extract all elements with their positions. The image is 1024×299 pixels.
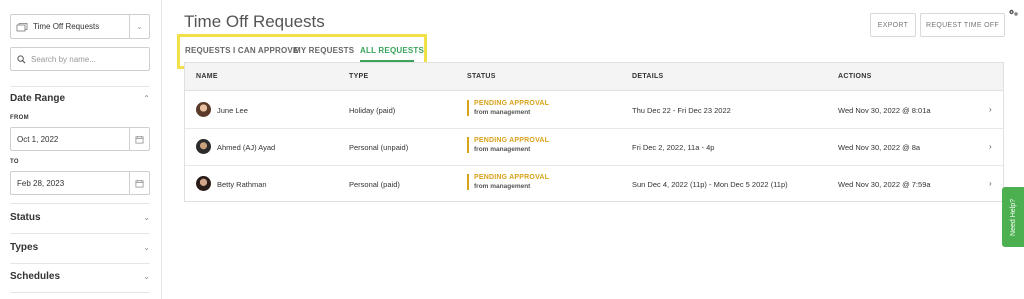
- avatar: [196, 102, 211, 117]
- filter-schedules-label: Schedules: [10, 271, 61, 282]
- row-actions: Wed Nov 30, 2022 @ 8:01a: [838, 106, 931, 115]
- table-header: NAME TYPE STATUS DETAILS ACTIONS: [185, 63, 1003, 91]
- table-row[interactable]: Ahmed (AJ) Ayad Personal (unpaid) PENDIN…: [185, 129, 1003, 166]
- row-name: Ahmed (AJ) Ayad: [217, 143, 276, 152]
- divider: [10, 263, 150, 264]
- status-text: PENDING APPROVAL: [474, 137, 550, 144]
- avatar: [196, 176, 211, 191]
- calendar-icon[interactable]: [129, 172, 149, 194]
- table-row[interactable]: June Lee Holiday (paid) PENDING APPROVAL…: [185, 92, 1003, 129]
- divider: [10, 203, 150, 204]
- status-from: from management: [474, 183, 531, 190]
- status-badge: PENDING APPROVAL from management: [467, 137, 549, 153]
- calendar-icon[interactable]: [129, 128, 149, 150]
- chevron-right-icon[interactable]: ›: [989, 142, 992, 151]
- sidebar: Time Off Requests ⌄ Date Range ⌃ FROM Oc…: [0, 0, 162, 299]
- status-badge: PENDING APPROVAL from management: [467, 100, 549, 116]
- search-icon: [11, 54, 31, 64]
- row-actions: Wed Nov 30, 2022 @ 7:59a: [838, 180, 931, 189]
- row-details: Thu Dec 22 - Fri Dec 23 2022: [632, 106, 731, 115]
- status-from: from management: [474, 146, 531, 153]
- row-type: Personal (paid): [349, 180, 400, 189]
- requests-table: NAME TYPE STATUS DETAILS ACTIONS June Le…: [184, 62, 1004, 202]
- need-help-tab[interactable]: Need Help?: [1002, 187, 1024, 247]
- row-actions: Wed Nov 30, 2022 @ 8a: [838, 143, 921, 152]
- column-header-actions: ACTIONS: [838, 73, 872, 80]
- column-header-type: TYPE: [349, 73, 369, 80]
- column-header-status: STATUS: [467, 73, 496, 80]
- gear-icon[interactable]: [1008, 4, 1019, 22]
- filter-status[interactable]: Status ⌄: [10, 212, 150, 223]
- row-type: Holiday (paid): [349, 106, 396, 115]
- chevron-down-icon: ⌄: [143, 243, 150, 252]
- divider: [10, 292, 150, 293]
- status-badge: PENDING APPROVAL from management: [467, 174, 549, 190]
- to-date-value: Feb 28, 2023: [17, 178, 65, 188]
- from-date-value: Oct 1, 2022: [17, 134, 59, 144]
- date-range-title: Date Range: [10, 93, 66, 104]
- status-text: PENDING APPROVAL: [474, 100, 550, 107]
- page-title: Time Off Requests: [184, 12, 325, 31]
- filter-status-label: Status: [10, 212, 41, 223]
- date-range-header[interactable]: Date Range ⌃: [10, 93, 150, 104]
- chevron-down-icon: ⌄: [143, 272, 150, 281]
- export-button[interactable]: EXPORT: [870, 13, 916, 37]
- search-field[interactable]: [10, 47, 150, 71]
- chevron-down-icon: ⌄: [143, 213, 150, 222]
- chevron-right-icon[interactable]: ›: [989, 179, 992, 188]
- row-name: June Lee: [217, 106, 248, 115]
- tab-all-requests[interactable]: ALL REQUESTS: [360, 46, 424, 55]
- search-input[interactable]: [31, 54, 141, 64]
- status-text: PENDING APPROVAL: [474, 174, 550, 181]
- to-label: TO: [10, 159, 19, 165]
- divider: [10, 86, 150, 87]
- tab-my-requests[interactable]: MY REQUESTS: [294, 46, 354, 55]
- need-help-label: Need Help?: [1009, 198, 1017, 236]
- from-label: FROM: [10, 115, 29, 121]
- from-date-field[interactable]: Oct 1, 2022: [10, 127, 150, 151]
- row-type: Personal (unpaid): [349, 143, 409, 152]
- status-from: from management: [474, 109, 531, 116]
- column-header-name: NAME: [196, 73, 218, 80]
- row-name: Betty Rathman: [217, 180, 267, 189]
- chevron-down-icon[interactable]: ⌄: [129, 15, 149, 38]
- chevron-up-icon: ⌃: [143, 94, 150, 103]
- view-select[interactable]: Time Off Requests ⌄: [10, 14, 150, 39]
- view-select-label: Time Off Requests: [33, 22, 100, 31]
- row-details: Sun Dec 4, 2022 (11p) - Mon Dec 5 2022 (…: [632, 180, 788, 189]
- divider: [10, 233, 150, 234]
- column-header-details: DETAILS: [632, 73, 664, 80]
- chevron-right-icon[interactable]: ›: [989, 105, 992, 114]
- to-date-field[interactable]: Feb 28, 2023: [10, 171, 150, 195]
- filter-schedules[interactable]: Schedules ⌄: [10, 271, 150, 282]
- avatar: [196, 139, 211, 154]
- filter-types-label: Types: [10, 242, 39, 253]
- calendar-stack-icon: [11, 15, 33, 38]
- table-row[interactable]: Betty Rathman Personal (paid) PENDING AP…: [185, 166, 1003, 203]
- filter-types[interactable]: Types ⌄: [10, 242, 150, 253]
- request-time-off-button[interactable]: REQUEST TIME OFF: [920, 13, 1005, 37]
- tab-requests-i-can-approve[interactable]: REQUESTS I CAN APPROVE: [185, 46, 298, 55]
- row-details: Fri Dec 2, 2022, 11a - 4p: [632, 143, 715, 152]
